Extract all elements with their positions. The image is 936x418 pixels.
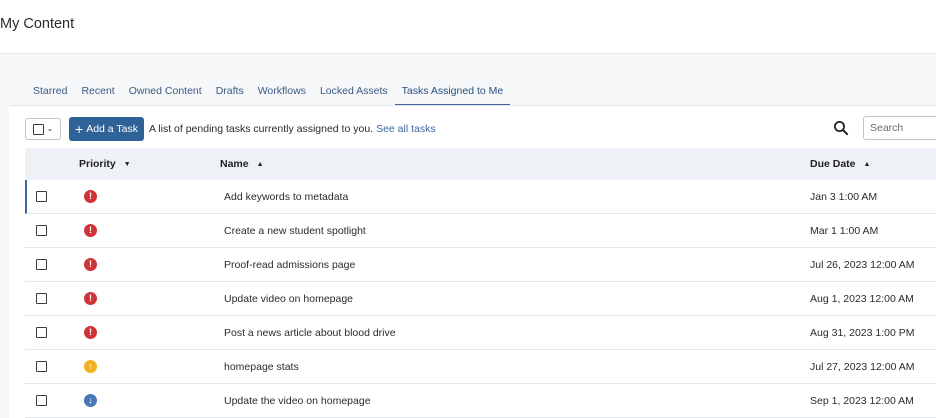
column-header-name[interactable]: Name ▲ xyxy=(220,158,264,170)
tab-tasks-assigned-to-me[interactable]: Tasks Assigned to Me xyxy=(394,84,511,106)
priority-high-icon: ! xyxy=(84,190,97,203)
task-name[interactable]: Update the video on homepage xyxy=(224,395,371,407)
task-name[interactable]: homepage stats xyxy=(224,361,299,373)
tasks-toolbar: ⌄ + Add a Task A list of pending tasks c… xyxy=(25,116,936,142)
priority-high-icon: ! xyxy=(84,258,97,271)
table-row[interactable]: ↓ Update the video on homepage Sep 1, 20… xyxy=(25,384,936,418)
sort-asc-icon: ▲ xyxy=(863,161,871,168)
task-due-date: Sep 1, 2023 12:00 AM xyxy=(810,395,914,407)
task-name[interactable]: Create a new student spotlight xyxy=(224,225,366,237)
task-name[interactable]: Proof-read admissions page xyxy=(224,259,355,271)
add-task-button[interactable]: + Add a Task xyxy=(69,117,144,141)
task-due-date: Jul 26, 2023 12:00 AM xyxy=(810,259,915,271)
task-name[interactable]: Add keywords to metadata xyxy=(224,191,348,203)
task-rows: ! Add keywords to metadata Jan 3 1:00 AM… xyxy=(25,180,936,418)
priority-high-icon: ! xyxy=(84,292,97,305)
task-due-date: Aug 1, 2023 12:00 AM xyxy=(810,293,914,305)
tab-owned-content[interactable]: Owned Content xyxy=(122,84,209,106)
tasks-panel: ⌄ + Add a Task A list of pending tasks c… xyxy=(9,105,936,418)
task-name[interactable]: Post a news article about blood drive xyxy=(224,327,396,339)
tab-starred[interactable]: Starred xyxy=(26,84,74,106)
table-row[interactable]: ↑ homepage stats Jul 27, 2023 12:00 AM xyxy=(25,350,936,384)
add-task-label: Add a Task xyxy=(86,123,138,135)
row-checkbox[interactable] xyxy=(36,225,47,236)
column-header-due-date[interactable]: Due Date ▲ xyxy=(810,158,870,170)
table-row[interactable]: ! Create a new student spotlight Mar 1 1… xyxy=(25,214,936,248)
column-header-priority[interactable]: Priority ▼ xyxy=(79,158,131,170)
task-due-date: Jan 3 1:00 AM xyxy=(810,191,878,203)
column-label-due-date: Due Date xyxy=(810,158,856,170)
search-input[interactable] xyxy=(863,116,936,140)
tab-recent[interactable]: Recent xyxy=(74,84,121,106)
chevron-down-icon: ⌄ xyxy=(46,124,54,133)
task-due-date: Aug 31, 2023 1:00 PM xyxy=(810,327,915,339)
plus-icon: + xyxy=(75,121,84,137)
bulk-select-dropdown[interactable]: ⌄ xyxy=(25,118,61,140)
row-checkbox[interactable] xyxy=(36,327,47,338)
search-icon[interactable] xyxy=(833,120,849,136)
tab-drafts[interactable]: Drafts xyxy=(209,84,251,106)
page-title: My Content xyxy=(0,16,75,32)
sort-asc-icon: ▲ xyxy=(256,161,264,168)
row-checkbox[interactable] xyxy=(36,395,47,406)
content-tabs: Starred Recent Owned Content Drafts Work… xyxy=(26,84,511,106)
select-all-checkbox[interactable] xyxy=(32,123,44,135)
table-row[interactable]: ! Proof-read admissions page Jul 26, 202… xyxy=(25,248,936,282)
row-checkbox[interactable] xyxy=(36,191,47,202)
table-row[interactable]: ! Update video on homepage Aug 1, 2023 1… xyxy=(25,282,936,316)
table-header: Priority ▼ Name ▲ Due Date ▲ xyxy=(25,148,936,180)
column-label-priority: Priority xyxy=(79,158,116,170)
priority-high-icon: ! xyxy=(84,224,97,237)
task-name[interactable]: Update video on homepage xyxy=(224,293,353,305)
tab-locked-assets[interactable]: Locked Assets xyxy=(313,84,395,106)
sort-desc-icon: ▼ xyxy=(123,161,131,168)
table-row[interactable]: ! Post a news article about blood drive … xyxy=(25,316,936,350)
tasks-description: A list of pending tasks currently assign… xyxy=(148,123,374,135)
content-area: Starred Recent Owned Content Drafts Work… xyxy=(0,54,936,418)
priority-medium-icon: ↑ xyxy=(84,360,97,373)
table-row[interactable]: ! Add keywords to metadata Jan 3 1:00 AM xyxy=(25,180,936,214)
page-header: My Content xyxy=(0,0,936,54)
priority-high-icon: ! xyxy=(84,326,97,339)
priority-low-icon: ↓ xyxy=(84,394,97,407)
see-all-tasks-link[interactable]: See all tasks xyxy=(376,123,436,135)
task-due-date: Mar 1 1:00 AM xyxy=(810,225,879,237)
row-checkbox[interactable] xyxy=(36,259,47,270)
task-due-date: Jul 27, 2023 12:00 AM xyxy=(810,361,915,373)
row-checkbox[interactable] xyxy=(36,361,47,372)
tab-workflows[interactable]: Workflows xyxy=(251,84,313,106)
column-label-name: Name xyxy=(220,158,249,170)
row-checkbox[interactable] xyxy=(36,293,47,304)
